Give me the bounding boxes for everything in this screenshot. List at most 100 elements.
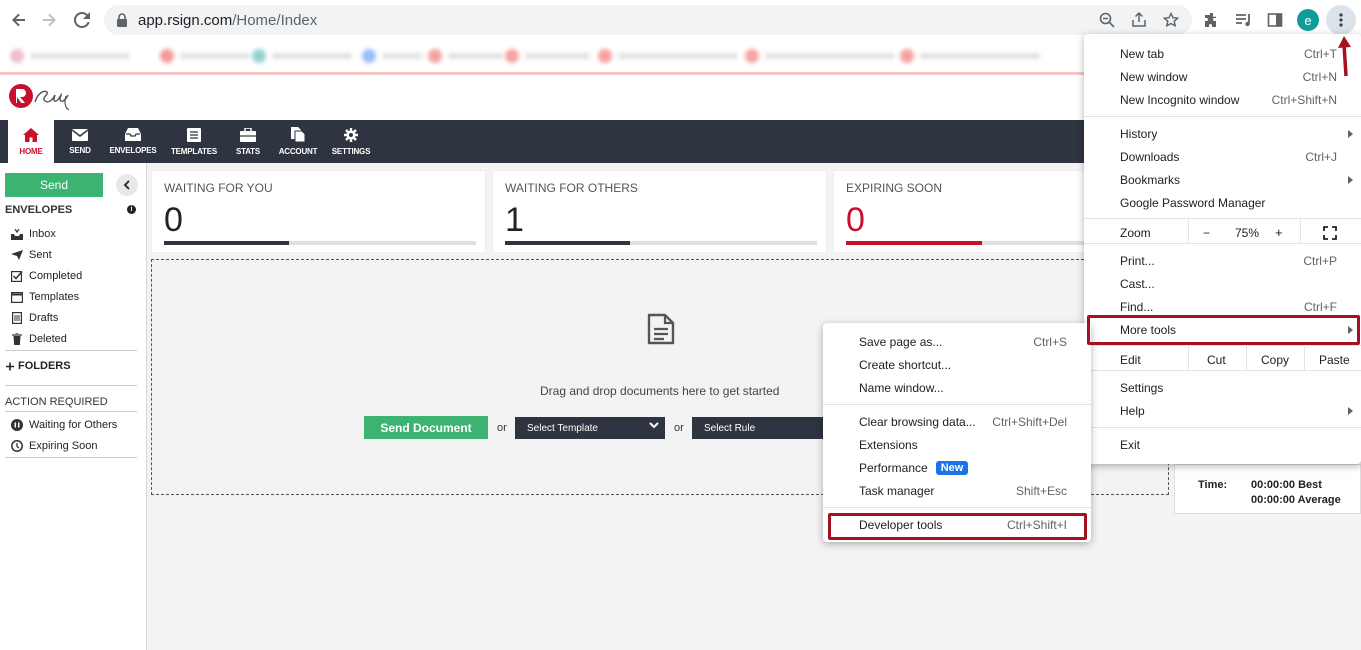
profile-avatar[interactable]: e — [1297, 9, 1319, 31]
sidebar-item-deleted[interactable]: Deleted — [11, 330, 67, 348]
pause-icon — [11, 419, 23, 431]
nav-settings[interactable]: SETTINGS — [330, 120, 372, 163]
menu-divider — [1084, 243, 1361, 244]
menu-print[interactable]: Print... — [1120, 251, 1155, 271]
sidebar-item-drafts[interactable]: Drafts — [11, 309, 58, 327]
bookmark-item[interactable] — [505, 48, 590, 64]
cut-button[interactable]: Cut — [1207, 353, 1226, 367]
envelope-icon — [72, 128, 88, 141]
menu-shortcut: Ctrl+P — [1303, 254, 1337, 268]
menu-name-window[interactable]: Name window... — [859, 378, 944, 398]
nav-send[interactable]: SEND — [62, 120, 98, 163]
menu-label: Find... — [1120, 300, 1154, 314]
nav-home[interactable]: HOME — [8, 120, 54, 163]
sidebar-item-label: Waiting for Others — [29, 419, 118, 431]
nav-templates[interactable]: TEMPLATES — [168, 120, 220, 163]
bookmark-item[interactable] — [362, 48, 422, 64]
menu-help[interactable]: Help — [1120, 401, 1145, 421]
menu-bookmarks[interactable]: Bookmarks — [1120, 170, 1180, 190]
copy-button[interactable]: Copy — [1261, 353, 1289, 367]
select-rule-value: Select Rule — [704, 422, 756, 434]
chrome-menu-kebab-icon[interactable] — [1326, 5, 1356, 35]
sidebar-item-completed[interactable]: Completed — [11, 267, 82, 285]
sidebar-item-sent[interactable]: Sent — [11, 246, 52, 264]
share-icon[interactable] — [1128, 9, 1150, 31]
menu-cast[interactable]: Cast... — [1120, 274, 1155, 294]
extensions-puzzle-icon[interactable] — [1201, 9, 1223, 31]
sidebar-item-expiring-soon[interactable]: Expiring Soon — [11, 437, 98, 455]
bookmark-item[interactable] — [900, 48, 1040, 64]
plus-icon — [6, 360, 14, 372]
menu-label: Clear browsing data... — [859, 415, 976, 429]
send-document-button[interactable]: Send Document — [364, 416, 488, 439]
time-label: Time: — [1198, 479, 1228, 491]
select-template-dropdown[interactable]: Select Template — [515, 417, 665, 439]
menu-divider — [823, 507, 1091, 508]
stat-card-expiring-soon[interactable]: EXPIRING SOON 0 — [833, 170, 1186, 253]
menu-save-page[interactable]: Save page as... — [859, 332, 942, 352]
menu-password-manager[interactable]: Google Password Manager — [1120, 193, 1265, 213]
menu-find[interactable]: Find... — [1120, 297, 1153, 317]
sidebar-item-label: Expiring Soon — [29, 440, 98, 452]
menu-settings[interactable]: Settings — [1120, 378, 1163, 398]
folders-toggle[interactable]: FOLDERS — [6, 357, 71, 375]
menu-cell-divider — [1246, 345, 1247, 370]
info-icon[interactable]: i — [127, 205, 136, 214]
time-average: 00:00:00 Average — [1251, 494, 1341, 506]
bookmark-item[interactable] — [428, 48, 503, 64]
bookmark-item[interactable] — [10, 48, 130, 64]
bookmark-item[interactable] — [598, 48, 738, 64]
menu-shortcut: Shift+Esc — [1015, 484, 1067, 498]
menu-divider — [823, 404, 1091, 405]
stat-value: 0 — [846, 201, 865, 239]
nav-account[interactable]: ACCOUNT — [276, 120, 320, 163]
bookmark-item[interactable] — [160, 48, 250, 64]
menu-performance[interactable]: Performance New — [859, 458, 969, 478]
send-button[interactable]: Send — [5, 173, 103, 197]
sidebar-item-templates[interactable]: Templates — [11, 288, 79, 306]
sidebar-item-label: Drafts — [29, 312, 59, 324]
menu-exit[interactable]: Exit — [1120, 435, 1140, 455]
menu-extensions[interactable]: Extensions — [859, 435, 918, 455]
zoom-out-button[interactable]: − — [1203, 226, 1210, 240]
paste-button[interactable]: Paste — [1319, 353, 1350, 367]
sidebar-item-inbox[interactable]: Inbox — [11, 225, 56, 243]
stat-card-waiting-for-others[interactable]: WAITING FOR OTHERS 1 — [492, 170, 827, 253]
sidebar-item-label: Deleted — [29, 333, 67, 345]
menu-label: Settings — [1120, 381, 1164, 395]
menu-create-shortcut[interactable]: Create shortcut... — [859, 355, 951, 375]
submenu-arrow-icon — [1348, 407, 1353, 415]
menu-label: New tab — [1120, 47, 1165, 61]
back-arrow-icon[interactable] — [8, 9, 30, 31]
menu-new-tab[interactable]: New tab — [1120, 44, 1164, 64]
bookmark-item[interactable] — [252, 48, 352, 64]
nav-stats[interactable]: STATS — [232, 120, 264, 163]
menu-label: Extensions — [859, 438, 918, 452]
menu-label: Bookmarks — [1120, 173, 1181, 187]
menu-new-incognito[interactable]: New Incognito window — [1120, 90, 1239, 110]
select-rule-dropdown[interactable]: Select Rule — [692, 417, 823, 439]
fullscreen-icon[interactable] — [1323, 226, 1337, 243]
zoom-level: 75% — [1235, 226, 1260, 240]
bookmark-item[interactable] — [745, 48, 895, 64]
zoom-icon[interactable] — [1096, 9, 1118, 31]
reload-icon[interactable] — [71, 9, 93, 31]
menu-new-window[interactable]: New window — [1120, 67, 1187, 87]
side-panel-icon[interactable] — [1264, 9, 1286, 31]
stat-card-waiting-for-you[interactable]: WAITING FOR YOU 0 — [151, 170, 486, 253]
menu-history[interactable]: History — [1120, 124, 1157, 144]
sidebar-item-label: Sent — [29, 249, 52, 261]
collapse-sidebar-chevron-icon[interactable] — [116, 174, 138, 196]
star-icon[interactable] — [1160, 9, 1182, 31]
menu-downloads[interactable]: Downloads — [1120, 147, 1179, 167]
menu-task-manager[interactable]: Task manager — [859, 481, 934, 501]
forward-arrow-icon[interactable] — [38, 9, 60, 31]
nav-envelopes[interactable]: ENVELOPES — [108, 120, 158, 163]
new-badge: New — [935, 461, 969, 475]
menu-clear-browsing-data[interactable]: Clear browsing data... — [859, 412, 976, 432]
sidebar-item-waiting-for-others[interactable]: Waiting for Others — [11, 416, 117, 434]
reading-list-icon[interactable] — [1233, 9, 1255, 31]
rsign-logo[interactable] — [8, 82, 78, 114]
zoom-in-button[interactable]: + — [1275, 225, 1283, 240]
address-bar[interactable]: app.rsign.com/Home/Index — [104, 5, 1192, 35]
